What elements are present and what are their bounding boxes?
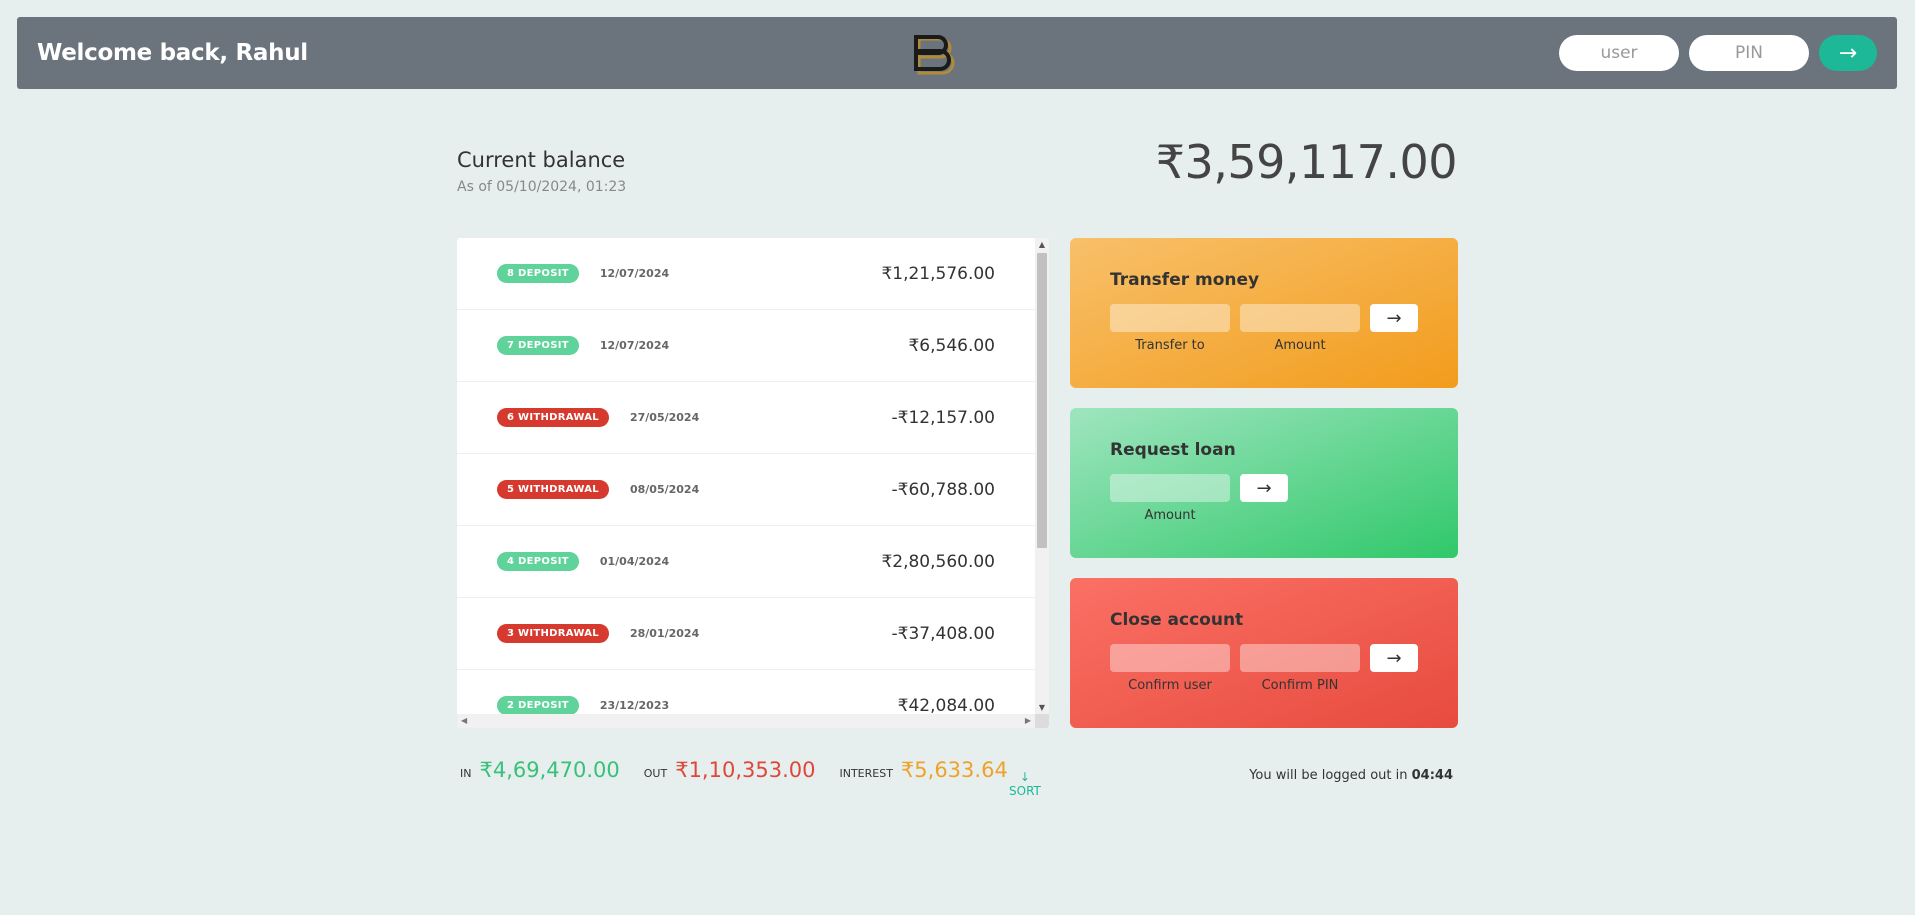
movement-value: ₹6,546.00 xyxy=(908,335,995,356)
transfer-card: Transfer money Transfer to Amount → xyxy=(1070,238,1458,388)
transfer-button[interactable]: → xyxy=(1370,304,1418,332)
movement-type-badge: 3 WITHDRAWAL xyxy=(497,624,609,643)
close-account-card: Close account Confirm user Confirm PIN → xyxy=(1070,578,1458,728)
scroll-up-icon[interactable]: ▲ xyxy=(1035,240,1049,249)
close-pin-input[interactable] xyxy=(1240,644,1360,672)
balance-label: Current balance xyxy=(457,148,626,172)
transfer-title: Transfer money xyxy=(1110,270,1260,290)
movement-date: 28/01/2024 xyxy=(629,627,700,640)
loan-amount-input[interactable] xyxy=(1110,474,1230,502)
movement-value: -₹37,408.00 xyxy=(891,623,995,644)
movement-value: ₹1,21,576.00 xyxy=(881,263,995,284)
transfer-form: Transfer to Amount → xyxy=(1110,304,1418,353)
movement-row: 7 DEPOSIT 12/07/2024 ₹6,546.00 xyxy=(457,310,1035,382)
top-nav: Welcome back, Rahul → xyxy=(17,17,1897,89)
loan-title: Request loan xyxy=(1110,440,1236,460)
summary-interest-value: ₹5,633.64 xyxy=(900,758,1008,782)
logout-timer-text: You will be logged out in 04:44 xyxy=(1249,768,1453,783)
movement-date: 01/04/2024 xyxy=(599,555,670,568)
close-button[interactable]: → xyxy=(1370,644,1418,672)
movement-value: -₹60,788.00 xyxy=(891,479,995,500)
movement-date: 12/07/2024 xyxy=(599,339,670,352)
loan-amount-label: Amount xyxy=(1144,508,1196,523)
movement-date: 27/05/2024 xyxy=(629,411,700,424)
close-user-input[interactable] xyxy=(1110,644,1230,672)
movement-type-badge: 2 DEPOSIT xyxy=(497,696,579,714)
transfer-to-label: Transfer to xyxy=(1135,338,1205,353)
scroll-right-icon[interactable]: ▶ xyxy=(1025,714,1031,728)
scroll-left-icon[interactable]: ◀ xyxy=(461,714,467,728)
horizontal-scrollbar[interactable]: ◀ ▶ xyxy=(457,714,1035,728)
transfer-amount-field: Amount xyxy=(1240,304,1360,353)
scrollbar-corner xyxy=(1035,714,1049,728)
movement-type-badge: 4 DEPOSIT xyxy=(497,552,579,571)
movement-type-badge: 5 WITHDRAWAL xyxy=(497,480,609,499)
loan-card: Request loan Amount → xyxy=(1070,408,1458,558)
movements-list: 8 DEPOSIT 12/07/2024 ₹1,21,576.00 7 DEPO… xyxy=(457,238,1035,714)
scrollbar-thumb[interactable] xyxy=(1037,253,1047,548)
loan-amount-field: Amount xyxy=(1110,474,1230,523)
balance-value: ₹3,59,117.00 xyxy=(1155,135,1458,189)
balance-date: As of 05/10/2024, 01:23 xyxy=(457,179,627,195)
scroll-down-icon[interactable]: ▼ xyxy=(1035,703,1049,712)
close-title: Close account xyxy=(1110,610,1244,630)
summary-out-label: Out xyxy=(643,767,668,780)
summary-in-label: In xyxy=(460,767,472,780)
close-pin-label: Confirm PIN xyxy=(1261,678,1339,693)
movement-value: ₹42,084.00 xyxy=(897,695,995,715)
movement-type-badge: 8 DEPOSIT xyxy=(497,264,579,283)
close-pin-field: Confirm PIN xyxy=(1240,644,1360,693)
sort-button[interactable]: ↓ SORT xyxy=(1009,770,1041,798)
bankist-logo-icon xyxy=(914,35,955,75)
summary-interest-label: Interest xyxy=(839,767,893,780)
close-form: Confirm user Confirm PIN → xyxy=(1110,644,1418,693)
transfer-amount-label: Amount xyxy=(1274,338,1326,353)
movement-date: 12/07/2024 xyxy=(599,267,670,280)
movement-date: 08/05/2024 xyxy=(629,483,700,496)
movement-row: 8 DEPOSIT 12/07/2024 ₹1,21,576.00 xyxy=(457,238,1035,310)
summary-in-value: ₹4,69,470.00 xyxy=(479,758,620,782)
transfer-to-field: Transfer to xyxy=(1110,304,1230,353)
summary-bar: In ₹4,69,470.00 Out ₹1,10,353.00 Interes… xyxy=(460,758,1032,782)
transfer-amount-input[interactable] xyxy=(1240,304,1360,332)
movement-type-badge: 7 DEPOSIT xyxy=(497,336,579,355)
vertical-scrollbar[interactable]: ▲ ▼ xyxy=(1035,238,1049,714)
welcome-message: Welcome back, Rahul xyxy=(37,40,308,66)
movement-value: -₹12,157.00 xyxy=(891,407,995,428)
sort-label: SORT xyxy=(1009,784,1041,798)
login-user-input[interactable] xyxy=(1559,35,1679,71)
close-user-field: Confirm user xyxy=(1110,644,1230,693)
movement-row: 2 DEPOSIT 23/12/2023 ₹42,084.00 xyxy=(457,670,1035,714)
movement-type-badge: 6 WITHDRAWAL xyxy=(497,408,609,427)
transfer-to-input[interactable] xyxy=(1110,304,1230,332)
sort-arrow-icon: ↓ xyxy=(1019,770,1030,784)
login-form: → xyxy=(1559,35,1877,71)
login-pin-input[interactable] xyxy=(1689,35,1809,71)
close-user-label: Confirm user xyxy=(1128,678,1212,693)
movements-panel[interactable]: 8 DEPOSIT 12/07/2024 ₹1,21,576.00 7 DEPO… xyxy=(457,238,1049,728)
movement-row: 5 WITHDRAWAL 08/05/2024 -₹60,788.00 xyxy=(457,454,1035,526)
loan-button[interactable]: → xyxy=(1240,474,1288,502)
movement-row: 3 WITHDRAWAL 28/01/2024 -₹37,408.00 xyxy=(457,598,1035,670)
logout-prefix: You will be logged out in xyxy=(1249,768,1412,783)
movement-row: 6 WITHDRAWAL 27/05/2024 -₹12,157.00 xyxy=(457,382,1035,454)
summary-out-value: ₹1,10,353.00 xyxy=(675,758,816,782)
logout-timer: 04:44 xyxy=(1411,768,1453,783)
movement-date: 23/12/2023 xyxy=(599,699,670,712)
login-button[interactable]: → xyxy=(1819,35,1877,71)
movement-value: ₹2,80,560.00 xyxy=(881,551,995,572)
loan-form: Amount → xyxy=(1110,474,1418,523)
movement-row: 4 DEPOSIT 01/04/2024 ₹2,80,560.00 xyxy=(457,526,1035,598)
